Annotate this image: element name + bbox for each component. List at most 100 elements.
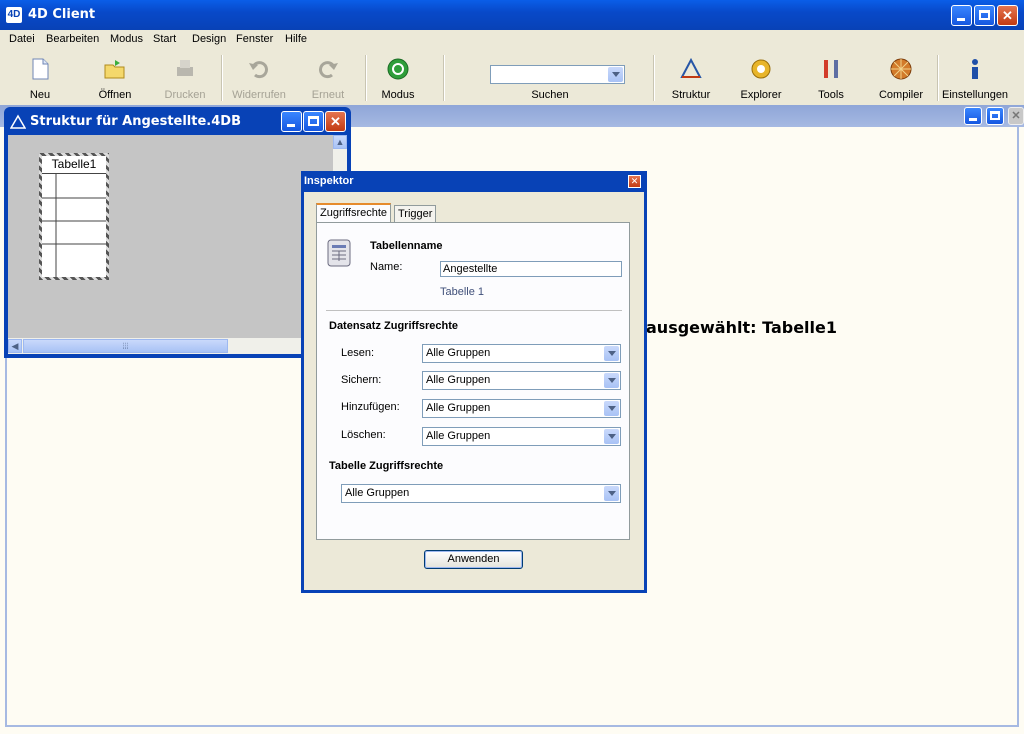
structure-close-button[interactable]: ✕ <box>325 111 346 132</box>
chevron-down-icon[interactable] <box>604 373 619 388</box>
compiler-button[interactable]: Compiler <box>876 49 926 105</box>
structure-maximize-button[interactable] <box>303 111 324 132</box>
structure-button[interactable]: Struktur <box>666 49 716 105</box>
close-button[interactable]: ✕ <box>997 5 1018 26</box>
mode-button[interactable]: Modus <box>378 49 418 105</box>
info-icon <box>972 59 978 79</box>
table-fields <box>42 174 106 277</box>
minimize-icon <box>287 124 295 127</box>
mdi-close-button[interactable]: ✕ <box>1008 107 1024 125</box>
menu-modus[interactable]: Modus <box>110 33 143 45</box>
name-field[interactable]: Angestellte <box>440 261 622 277</box>
search-combo[interactable] <box>490 65 625 84</box>
chevron-down-icon[interactable] <box>604 401 619 416</box>
printer-icon <box>177 60 193 76</box>
structure-title: Struktur für Angestellte.4DB <box>30 114 241 129</box>
minimize-button[interactable] <box>951 5 972 26</box>
settings-button[interactable]: Einstellungen <box>942 49 1008 105</box>
toolbar-separator <box>653 55 655 101</box>
menu-bearbeiten[interactable]: Bearbeiten <box>46 33 99 45</box>
save-rights-value: Alle Gruppen <box>426 374 491 386</box>
menu-datei[interactable]: Datei <box>9 33 35 45</box>
chevron-down-icon[interactable] <box>604 429 619 444</box>
maximize-button[interactable] <box>974 5 995 26</box>
redo-icon <box>319 61 338 79</box>
table-rights-heading: Tabelle Zugriffsrechte <box>329 460 444 472</box>
chevron-down-icon[interactable] <box>608 67 623 82</box>
maximize-icon <box>990 111 1000 120</box>
structure-icon <box>10 114 26 129</box>
delete-rights-combo[interactable]: Alle Gruppen <box>422 427 621 446</box>
main-title-bar[interactable]: 4D 4D Client ✕ <box>0 0 1024 30</box>
app-icon: 4D <box>6 7 22 23</box>
menu-start[interactable]: Start <box>153 33 176 45</box>
mode-label: Modus <box>381 89 415 101</box>
close-icon: ✕ <box>1002 8 1013 23</box>
name-label: Name: <box>370 261 403 273</box>
redo-button[interactable]: Erneut <box>308 49 348 105</box>
mode-icon <box>387 58 409 80</box>
structure-label: Struktur <box>671 89 711 101</box>
inspector-close-button[interactable]: ✕ <box>628 175 641 188</box>
structure-title-bar[interactable]: Struktur für Angestellte.4DB ✕ <box>4 107 351 135</box>
inspector-title: Inspektor <box>304 175 354 187</box>
mdi-maximize-button[interactable] <box>986 107 1004 125</box>
read-label: Lesen: <box>341 347 375 359</box>
table-name-heading: Tabellenname <box>370 240 443 252</box>
toolbar-separator <box>221 55 223 101</box>
minimize-icon <box>969 118 977 121</box>
table-properties-icon <box>327 239 351 267</box>
tools-icon <box>824 60 838 78</box>
tab-trigger[interactable]: Trigger <box>394 205 437 222</box>
save-label: Sichern: <box>341 374 382 386</box>
read-rights-value: Alle Gruppen <box>426 347 491 359</box>
add-rights-combo[interactable]: Alle Gruppen <box>422 399 621 418</box>
chevron-down-icon[interactable] <box>604 346 619 361</box>
open-button[interactable]: Öffnen <box>92 49 138 105</box>
structure-canvas[interactable]: Tabelle1 ▲ ◀ ⦙⦙⦙ <box>8 135 347 354</box>
undo-button[interactable]: Widerrufen <box>230 49 288 105</box>
tools-label: Tools <box>818 89 844 101</box>
inspector-title-bar[interactable]: Inspektor ✕ <box>301 171 647 192</box>
menu-fenster[interactable]: Fenster <box>236 33 273 45</box>
menu-hilfe[interactable]: Hilfe <box>285 33 307 45</box>
scroll-up-button[interactable]: ▲ <box>333 135 347 149</box>
table-card[interactable]: Tabelle1 <box>39 153 109 280</box>
undo-icon <box>249 61 268 79</box>
toolbar-separator <box>937 55 939 101</box>
undo-label: Widerrufen <box>232 89 286 101</box>
toolbar: Neu Öffnen Drucken Widerrufen Erneut Mod… <box>0 49 1024 133</box>
tab-access-rights[interactable]: Zugriffsrechte <box>316 203 392 222</box>
explorer-label: Explorer <box>740 89 782 101</box>
gear-icon <box>751 59 771 79</box>
explorer-button[interactable]: Explorer <box>736 49 786 105</box>
print-button[interactable]: Drucken <box>162 49 208 105</box>
structure-minimize-button[interactable] <box>281 111 302 132</box>
add-label: Hinzufügen: <box>341 401 400 413</box>
chevron-down-icon[interactable] <box>604 486 619 501</box>
apply-button[interactable]: Anwenden <box>424 550 523 569</box>
horizontal-scrollbar[interactable]: ◀ ⦙⦙⦙ <box>8 338 333 354</box>
close-icon: ✕ <box>630 176 639 186</box>
new-document-icon <box>32 58 49 80</box>
compiler-label: Compiler <box>878 89 923 101</box>
new-button[interactable]: Neu <box>20 49 60 105</box>
save-rights-combo[interactable]: Alle Gruppen <box>422 371 621 390</box>
open-folder-icon <box>104 60 125 79</box>
close-icon: ✕ <box>330 114 341 129</box>
tools-button[interactable]: Tools <box>810 49 852 105</box>
access-rights-panel: Tabellenname Name: Angestellte Tabelle 1… <box>316 222 630 540</box>
scroll-thumb[interactable]: ⦙⦙⦙ <box>23 339 228 353</box>
menu-bar: Datei Bearbeiten Modus Start Design Fens… <box>0 30 1024 49</box>
table-number: Tabelle 1 <box>440 286 485 298</box>
read-rights-combo[interactable]: Alle Gruppen <box>422 344 621 363</box>
divider <box>326 310 622 311</box>
inspector-body: Zugriffsrechte Trigger Tabellenname Name… <box>304 192 644 590</box>
mdi-minimize-button[interactable] <box>964 107 982 125</box>
structure-window: Struktur für Angestellte.4DB ✕ Tabelle1 … <box>4 107 351 358</box>
close-icon: ✕ <box>1011 110 1021 122</box>
table-rights-combo[interactable]: Alle Gruppen <box>341 484 621 503</box>
inspector-window: Inspektor ✕ Zugriffsrechte Trigger Tabel… <box>301 171 647 593</box>
menu-design[interactable]: Design <box>192 33 226 45</box>
scroll-left-button[interactable]: ◀ <box>8 339 22 353</box>
